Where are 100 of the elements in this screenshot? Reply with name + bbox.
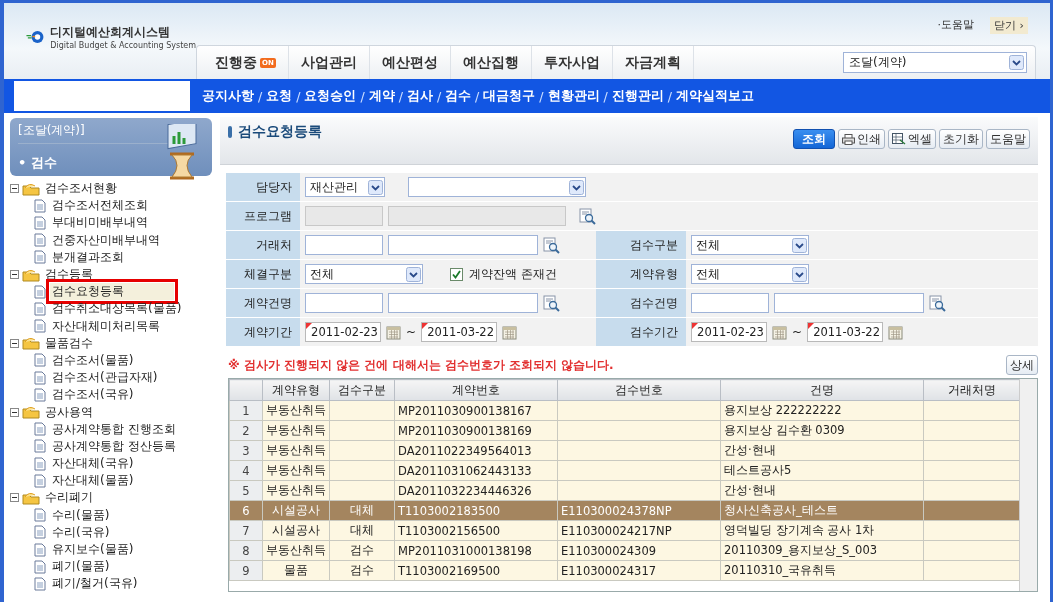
collapse-icon[interactable] xyxy=(10,493,19,503)
document-icon xyxy=(34,473,46,488)
tree-item[interactable]: 자산대체(국유) xyxy=(50,455,136,473)
close-link[interactable]: 닫기 › xyxy=(990,17,1028,34)
tree-item[interactable]: 검수조서(관급자재) xyxy=(50,369,160,387)
table-row[interactable]: 9 물품 검수 T1103002169500 E110300024317 20110310_국유취득 xyxy=(229,560,1020,581)
input-field[interactable] xyxy=(388,235,538,255)
tree-item[interactable]: 검수조서전체조회 xyxy=(50,197,150,215)
input-field[interactable] xyxy=(774,293,924,313)
system-select[interactable]: 조달(계약) xyxy=(843,52,1027,73)
document-icon xyxy=(34,439,46,454)
table-row[interactable]: 5 부동산취득 DA2011032234446326 간성·현내 xyxy=(229,480,1020,501)
tree-item[interactable]: 부대비미배부내역 xyxy=(50,214,150,232)
tree-item[interactable]: 분개결과조회 xyxy=(50,248,126,266)
column-header[interactable]: 검수번호 xyxy=(557,379,721,401)
tree-item[interactable]: 수리(국유) xyxy=(50,523,112,541)
table-row[interactable]: 2 부동산취득 MP2011030900138169 용지보상 김수환 0309 xyxy=(229,420,1020,441)
tree-folder[interactable]: 물품검수 xyxy=(43,334,95,352)
toolbar-button[interactable]: 엑셀 xyxy=(888,129,936,149)
nav-link[interactable]: 현황관리 xyxy=(547,87,600,105)
date-field[interactable]: 2011-02-23 xyxy=(305,322,381,342)
tree-item[interactable]: 검수조서(국유) xyxy=(50,386,136,404)
nav-link[interactable]: 진행관리 xyxy=(611,87,664,105)
separator: / xyxy=(603,88,608,104)
tree-item[interactable]: 공사계약통합 진행조회 xyxy=(50,420,178,438)
date-field[interactable]: 2011-03-22 xyxy=(807,322,884,342)
nav-link[interactable]: 계약 xyxy=(368,87,395,105)
select-field[interactable]: 재산관리 xyxy=(305,177,385,197)
column-header[interactable]: 검수구분 xyxy=(329,379,395,401)
dropdown-caret-icon[interactable] xyxy=(1009,55,1024,70)
tree-item[interactable]: 자산대체미처리목록 xyxy=(50,317,162,335)
table-row[interactable]: 1 부동산취득 MP2011030900138167 용지보상 222222222 xyxy=(229,400,1020,421)
nav-link[interactable]: 대금청구 xyxy=(483,87,536,105)
tree-item[interactable]: 자산대체(물품) xyxy=(50,472,136,490)
tree-item[interactable]: 수리(물품) xyxy=(50,506,112,524)
help-link[interactable]: ·도움말 xyxy=(937,17,975,34)
column-header[interactable]: 거래처명 xyxy=(923,379,1020,401)
nav-link[interactable]: 계약실적보고 xyxy=(675,87,754,105)
column-header[interactable]: 계약유형 xyxy=(262,379,330,401)
dropdown-caret-icon[interactable] xyxy=(792,237,807,253)
tree-item[interactable]: 폐기(물품) xyxy=(50,558,112,576)
input-field[interactable] xyxy=(305,235,383,255)
table-row[interactable]: 4 부동산취득 DA2011031062443133 테스트공사5 xyxy=(229,460,1020,481)
nav-link[interactable]: 요청 xyxy=(266,87,293,105)
toolbar-button[interactable]: 인쇄 xyxy=(838,129,885,149)
tree-item[interactable]: 건중자산미배부내역 xyxy=(50,231,162,249)
collapse-icon[interactable] xyxy=(10,270,19,280)
tree-item[interactable]: 유지보수(물품) xyxy=(50,541,136,559)
toolbar-button[interactable]: 도움말 xyxy=(986,129,1030,149)
table-row[interactable]: 7 시설공사 대체 T1103002156500 E110300024217NP 영덕빌딩 장기계속 공사 1차 xyxy=(229,520,1020,541)
document-icon xyxy=(34,215,46,230)
dropdown-caret-icon[interactable] xyxy=(569,179,584,195)
column-header[interactable]: 건명 xyxy=(720,379,924,401)
collapse-icon[interactable] xyxy=(10,184,19,194)
toolbar-button[interactable]: 조회 xyxy=(793,129,835,149)
checkbox-option[interactable]: 계약잔액 존재건 xyxy=(450,266,557,282)
date-field[interactable]: 2011-03-22 xyxy=(421,322,498,342)
select-field[interactable]: 전체 xyxy=(691,264,809,284)
scrollbar[interactable] xyxy=(1019,379,1037,591)
search-icon[interactable] xyxy=(543,236,560,254)
document-icon xyxy=(34,422,46,437)
nav-link[interactable]: 검사 xyxy=(406,87,433,105)
dropdown-caret-icon[interactable] xyxy=(368,179,383,195)
select-field[interactable]: 전체 xyxy=(305,264,423,284)
table-row[interactable]: 3 부동산취득 DA2011022349564013 간성·현내 xyxy=(229,440,1020,461)
tree-folder[interactable]: 공사용역 xyxy=(43,403,95,421)
detail-button[interactable]: 상세 xyxy=(1006,355,1038,375)
nav-link[interactable]: 요청승인 xyxy=(304,87,357,105)
toolbar-button[interactable]: 초기화 xyxy=(939,129,983,149)
input-field[interactable] xyxy=(691,293,769,313)
tree-folder[interactable]: 수리폐기 xyxy=(43,489,95,507)
dropdown-caret-icon[interactable] xyxy=(406,266,421,282)
input-field[interactable] xyxy=(388,293,538,313)
select-field[interactable] xyxy=(408,177,586,197)
search-icon[interactable] xyxy=(543,294,560,312)
date-field[interactable]: 2011-02-23 xyxy=(691,322,767,342)
select-field[interactable]: 전체 xyxy=(691,235,809,255)
tree-item[interactable]: 공사계약통합 정산등록 xyxy=(50,437,178,455)
folder-icon xyxy=(22,336,40,351)
title-marker-icon xyxy=(228,126,232,138)
column-header[interactable]: 계약번호 xyxy=(394,379,558,401)
nav-link[interactable]: 공지사항 xyxy=(202,87,254,105)
field-label: 계약기간 xyxy=(226,318,300,346)
separator: / xyxy=(398,88,403,104)
system-logo[interactable]: 디지털예산회계시스템 Digital Budget & Accounting System xyxy=(4,22,196,52)
document-icon xyxy=(34,233,46,248)
tree-item[interactable]: 폐기/철거(국유) xyxy=(50,575,140,593)
tree-item[interactable]: 검수취소대상목록(물품) xyxy=(50,300,184,318)
collapse-icon[interactable] xyxy=(10,338,19,348)
tree-item[interactable]: 검수조서(물품) xyxy=(50,351,136,369)
separator: / xyxy=(539,88,544,104)
table-row[interactable]: 8 부동산취득 검수 MP2011031000138198 E110300024309 20110309_용지보상_S_003 xyxy=(229,540,1020,561)
search-icon[interactable] xyxy=(929,294,946,312)
search-icon[interactable] xyxy=(579,207,596,225)
collapse-icon[interactable] xyxy=(10,407,19,417)
tree-folder[interactable]: 검수조서현황 xyxy=(43,180,119,198)
dropdown-caret-icon[interactable] xyxy=(792,266,807,282)
checkbox[interactable] xyxy=(450,267,463,281)
input-field[interactable] xyxy=(305,293,383,313)
nav-link[interactable]: 검수 xyxy=(445,87,472,105)
